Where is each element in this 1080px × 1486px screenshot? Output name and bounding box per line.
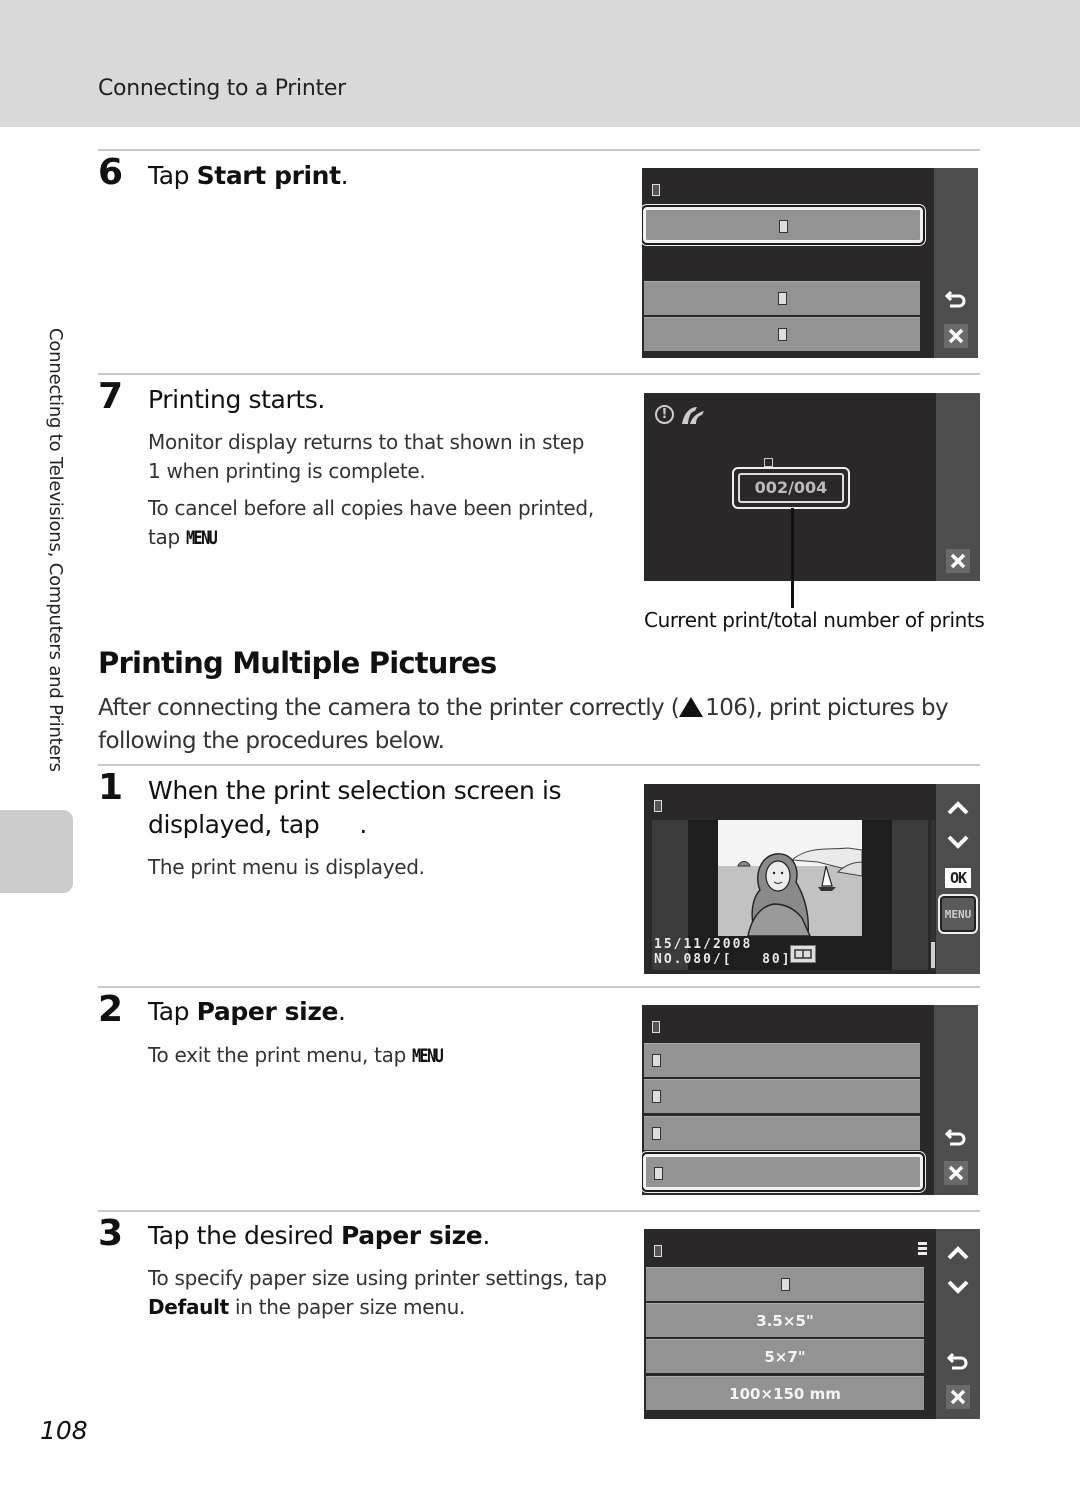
- back-icon[interactable]: [946, 1349, 970, 1373]
- menu-row[interactable]: [644, 317, 920, 351]
- menu-row[interactable]: [644, 281, 920, 315]
- label-glyph: [652, 1127, 661, 1140]
- label-glyph: [778, 220, 788, 233]
- portrait-photo: [718, 820, 862, 936]
- camera-screen-start-print: [642, 168, 978, 358]
- step-title: Tap the desired Paper size.: [148, 1221, 490, 1250]
- menu-row-paper-size-option[interactable]: 5×7": [646, 1339, 924, 1373]
- label-glyph: [780, 1278, 790, 1291]
- back-icon[interactable]: [944, 1125, 968, 1149]
- close-icon[interactable]: [944, 324, 968, 348]
- menu-button-symbol: MENU: [185, 527, 218, 549]
- step-description: Monitor display returns to that shown in…: [148, 430, 585, 483]
- header-title: Connecting to a Printer: [98, 76, 346, 101]
- page-number: 108: [40, 1416, 88, 1445]
- screen-title: [652, 1021, 660, 1033]
- section-intro: After connecting the camera to the print…: [98, 695, 949, 754]
- divider: [98, 986, 980, 988]
- label-glyph: [654, 1167, 663, 1180]
- print-counter-callout: 002/004: [732, 467, 850, 509]
- menu-button[interactable]: MENU: [938, 894, 978, 934]
- menu-row[interactable]: [642, 205, 925, 245]
- close-icon[interactable]: [946, 1385, 970, 1409]
- camera-screen-printing: ! 002/004: [644, 393, 980, 581]
- step-title: Tap Start print.: [148, 161, 349, 190]
- screen-title: [652, 184, 660, 196]
- step-number: 1: [98, 767, 124, 808]
- callout-leader-line: [791, 508, 794, 608]
- chapter-side-label-text: Connecting to Televisions, Computers and…: [45, 328, 66, 772]
- counter-label: [764, 458, 773, 467]
- step-title: When the print selection screen is: [148, 776, 562, 805]
- step-number: 7: [98, 376, 124, 417]
- step-number: 6: [98, 152, 124, 193]
- back-icon[interactable]: [944, 287, 968, 311]
- chapter-side-label: Connecting to Televisions, Computers and…: [40, 328, 70, 798]
- close-icon[interactable]: [946, 549, 970, 573]
- camera-screen-print-menu: [642, 1005, 978, 1195]
- camera-screen-print-selection: 15/11/2008 NO.080/[ 80] OK MENU: [644, 784, 980, 974]
- close-icon[interactable]: [944, 1161, 968, 1185]
- chapter-tab: [0, 810, 73, 893]
- screen-title: [654, 1245, 662, 1257]
- menu-row[interactable]: [644, 1116, 920, 1150]
- ok-button[interactable]: OK: [945, 868, 971, 888]
- label-glyph: [652, 1054, 661, 1067]
- scrollbar[interactable]: [931, 820, 935, 970]
- printing-icon: [680, 405, 706, 429]
- step-number: 3: [98, 1213, 124, 1254]
- divider: [98, 149, 980, 151]
- menu-row-paper-size-option[interactable]: 3.5×5": [646, 1303, 924, 1337]
- step-number: 2: [98, 989, 124, 1030]
- up-arrow-icon[interactable]: [946, 1241, 970, 1265]
- step-title: displayed, tap.: [148, 810, 367, 839]
- down-arrow-icon[interactable]: [946, 1275, 970, 1299]
- step-description: To specify paper size using printer sett…: [148, 1266, 607, 1319]
- label-glyph: [777, 292, 787, 305]
- section-title: Printing Multiple Pictures: [98, 646, 497, 680]
- menu-row[interactable]: [644, 1079, 920, 1113]
- up-arrow-icon[interactable]: [946, 796, 970, 820]
- callout-caption: Current print/total number of prints: [644, 608, 985, 632]
- divider: [98, 1210, 980, 1212]
- warning-icon: !: [655, 405, 674, 424]
- step-title: Printing starts.: [148, 385, 325, 414]
- menu-button-symbol: MENU: [412, 1045, 444, 1067]
- step-title: Tap Paper size.: [148, 997, 346, 1026]
- label-glyph: [777, 328, 787, 341]
- divider: [98, 764, 980, 766]
- header-band: Connecting to a Printer: [0, 0, 1080, 127]
- step-description: To exit the print menu, tap MENU: [148, 1041, 450, 1071]
- menu-row-paper-size[interactable]: [642, 1152, 925, 1192]
- page-reference-icon: [679, 697, 704, 717]
- menu-row[interactable]: [644, 1043, 920, 1077]
- label-glyph: [652, 1090, 661, 1103]
- photo-file-info: NO.080/[ 80]: [654, 952, 792, 967]
- down-arrow-icon[interactable]: [946, 830, 970, 854]
- screen-title: [654, 800, 662, 812]
- menu-row-paper-size-option[interactable]: 100×150 mm: [646, 1376, 924, 1410]
- camera-screen-paper-size: 3.5×5" 5×7" 100×150 mm: [644, 1229, 980, 1419]
- scrollbar-thumb[interactable]: [931, 942, 935, 968]
- page-reference[interactable]: 106: [705, 695, 748, 721]
- step-description: To cancel before all copies have been pr…: [148, 494, 598, 553]
- image-size-icon: [790, 945, 816, 963]
- step-description: The print menu is displayed.: [148, 855, 425, 879]
- print-counter: 002/004: [738, 473, 844, 503]
- menu-row-paper-size-default[interactable]: [646, 1267, 924, 1301]
- scroll-indicator-icon: [918, 1242, 927, 1256]
- photo-date: 15/11/2008: [654, 937, 753, 952]
- divider: [98, 373, 980, 375]
